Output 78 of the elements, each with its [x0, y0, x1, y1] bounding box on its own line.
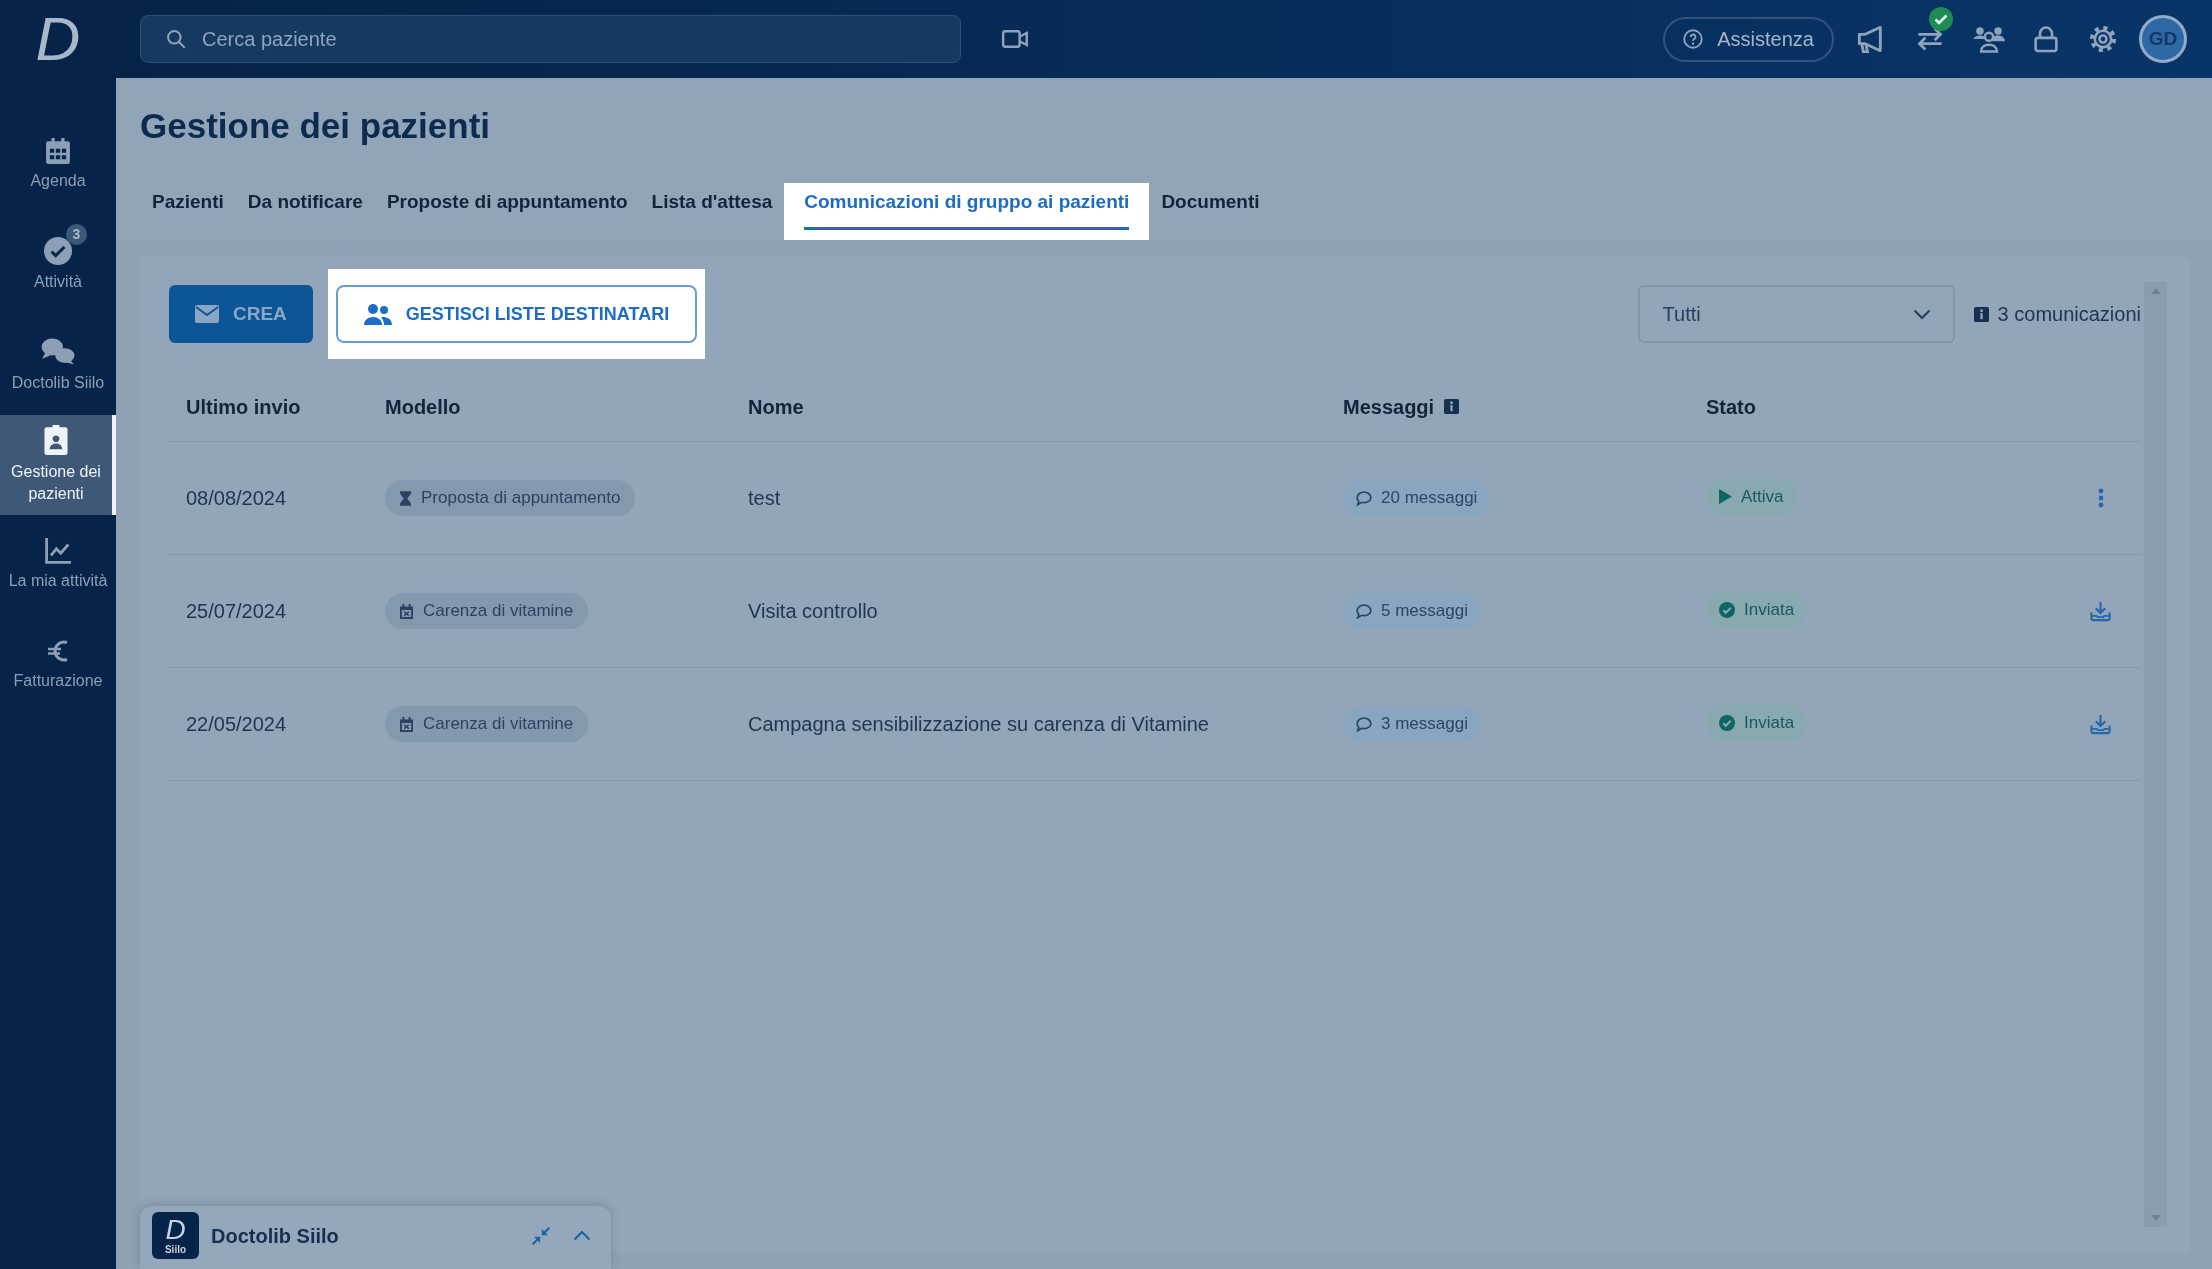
tag-text: Attiva	[1741, 485, 1784, 508]
filter-dropdown[interactable]: Tutti	[1637, 285, 1955, 343]
tab[interactable]: Documenti	[1149, 183, 1272, 240]
column-header: Ultimo invio	[186, 394, 301, 420]
tab[interactable]: Proposte di appuntamento	[374, 183, 640, 240]
video-camera-icon[interactable]	[1000, 28, 1030, 50]
euro-icon	[47, 638, 69, 664]
check-circle-icon	[1719, 601, 1735, 618]
sidebar-item[interactable]: 3 Attività	[0, 215, 116, 315]
calendar-icon	[400, 716, 413, 732]
help-button[interactable]: Assistenza	[1663, 16, 1834, 62]
info-icon	[1973, 306, 1989, 322]
tab[interactable]: Pazienti	[140, 183, 236, 240]
lock-icon[interactable]	[2034, 25, 2058, 53]
search-field[interactable]: Cerca paziente	[140, 15, 961, 63]
app-logo: D	[35, 6, 81, 72]
page-title: Gestione dei pazienti	[140, 105, 492, 147]
sidebar-item[interactable]: Doctolib Siilo	[0, 315, 116, 415]
tag-text: Carenza di vitamine	[423, 713, 574, 736]
date-text: 25/07/2024	[186, 600, 287, 622]
widget-title: Doctolib Siilo	[211, 1223, 339, 1249]
speech-bubble-icon	[1356, 603, 1372, 619]
check-badge-icon	[1929, 7, 1953, 31]
search-icon	[166, 29, 186, 49]
speech-bubble-icon	[1356, 490, 1372, 506]
clipboard-user-icon	[44, 425, 68, 455]
name-text: test	[748, 487, 781, 509]
tag-text: Inviata	[1744, 711, 1795, 734]
tab[interactable]: Comunicazioni di gruppo ai pazienti	[784, 183, 1150, 240]
play-icon	[1719, 489, 1732, 504]
megaphone-icon[interactable]	[1857, 25, 1885, 53]
column-header: Nome	[748, 394, 804, 420]
calendar-icon	[45, 138, 71, 164]
hourglass-icon	[400, 490, 411, 506]
speech-bubble-icon	[1356, 716, 1372, 732]
envelope-icon	[195, 305, 219, 323]
tag-text: Proposta di appuntamento	[421, 487, 621, 510]
date-text: 22/05/2024	[186, 713, 287, 735]
chat-bubbles-icon	[41, 336, 75, 366]
check-circle-icon	[44, 237, 72, 265]
manage-lists-button[interactable]: GESTISCI LISTE DESTINATARI	[335, 285, 698, 343]
tag-text: Carenza di vitamine	[423, 600, 574, 623]
settings-icon[interactable]	[2089, 25, 2117, 53]
scrollbar[interactable]	[2144, 282, 2167, 1227]
tag-text: 20 messaggi	[1381, 487, 1478, 510]
more-options-icon[interactable]	[2097, 488, 2104, 508]
check-circle-icon	[1719, 714, 1735, 731]
calendar-icon	[400, 603, 413, 619]
column-header: Messaggi	[1343, 394, 1435, 420]
users-icon[interactable]	[1972, 25, 2006, 53]
tag-text: 3 messaggi	[1381, 713, 1468, 736]
chevron-up-icon[interactable]	[573, 1230, 591, 1241]
sidebar-item[interactable]: Fatturazione	[0, 615, 116, 715]
collapse-arrows-icon[interactable]	[531, 1225, 551, 1246]
arrow-up-icon[interactable]	[2150, 288, 2161, 294]
count-text: 3 comunicazioni	[1997, 302, 2141, 327]
create-button[interactable]: CREA	[169, 285, 313, 343]
column-header: Stato	[1706, 394, 1756, 420]
users-icon	[363, 303, 392, 325]
sidebar-item[interactable]: Gestione dei pazienti	[0, 415, 116, 515]
arrow-down-icon[interactable]	[2150, 1215, 2161, 1221]
line-chart-icon	[44, 538, 72, 564]
download-icon[interactable]	[2090, 713, 2111, 735]
date-text: 08/08/2024	[186, 487, 287, 509]
count-badge: 3	[66, 224, 87, 245]
chevron-down-icon	[1912, 308, 1931, 320]
tag-text: Inviata	[1744, 598, 1795, 621]
sidebar-item[interactable]: La mia attività	[0, 515, 116, 615]
tab[interactable]: Da notificare	[235, 183, 375, 240]
name-text: Campagna sensibilizzazione su carenza di Vitamine	[748, 713, 1209, 735]
column-header: Modello	[385, 394, 461, 420]
download-icon[interactable]	[2090, 600, 2111, 622]
name-text: Visita controllo	[748, 600, 878, 622]
help-icon	[1683, 29, 1704, 49]
sidebar-item[interactable]: Agenda	[0, 115, 116, 215]
tab[interactable]: Lista d'attesa	[639, 183, 785, 240]
app-logo: D Siilo	[152, 1212, 199, 1259]
tag-text: 5 messaggi	[1381, 600, 1468, 623]
